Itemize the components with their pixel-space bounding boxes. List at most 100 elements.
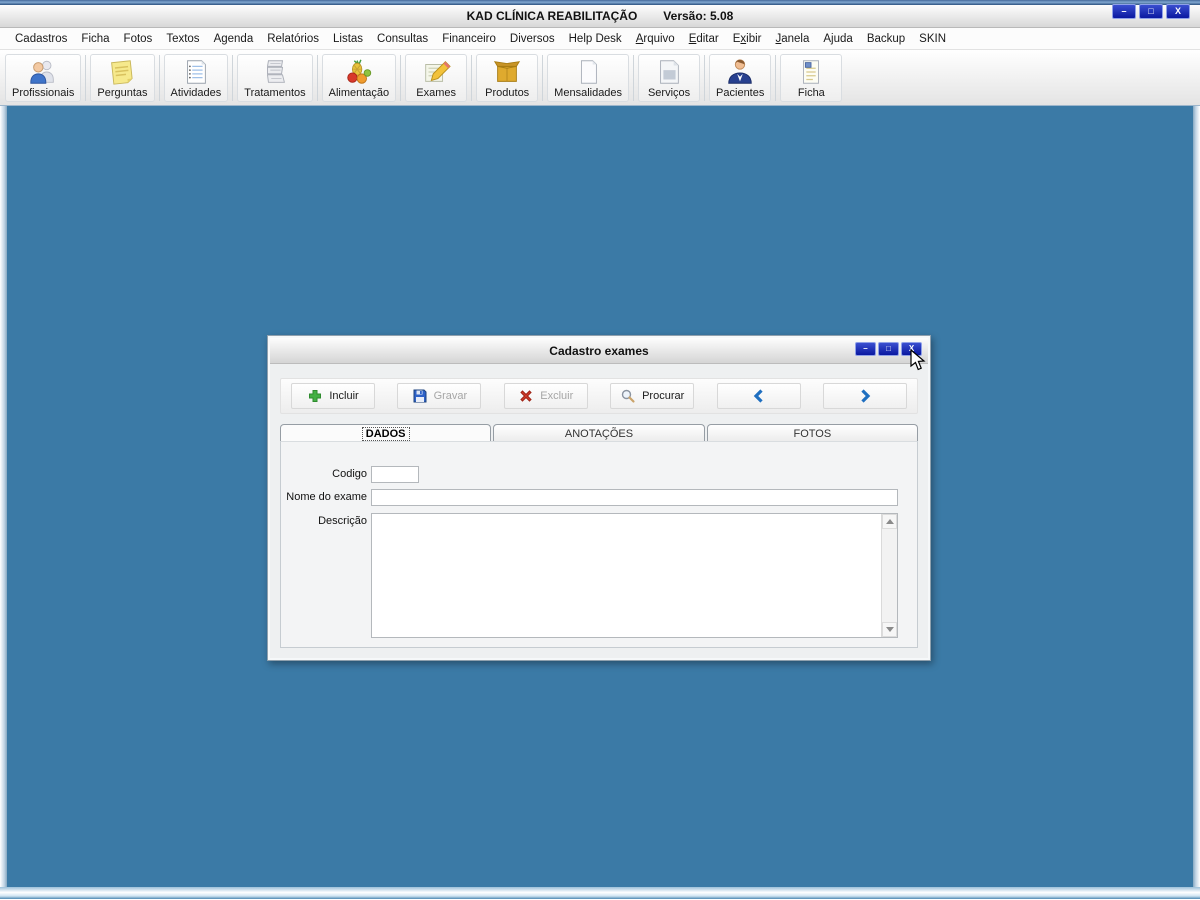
nome-do-exame-label: Nome do exame bbox=[286, 491, 367, 503]
menu-item-diversos[interactable]: Diversos bbox=[503, 31, 562, 47]
window-left-border bbox=[0, 106, 7, 887]
menu-item-skin[interactable]: SKIN bbox=[912, 31, 953, 47]
toolbar-separator bbox=[232, 54, 234, 101]
tab-label: ANOTAÇÕES bbox=[564, 427, 634, 440]
menu-item-consultas[interactable]: Consultas bbox=[370, 31, 435, 47]
dialog-titlebar[interactable]: Cadastro exames bbox=[270, 338, 928, 364]
previous-button[interactable] bbox=[716, 383, 801, 409]
service-doc-icon bbox=[654, 57, 684, 87]
menu-item-cadastros[interactable]: Cadastros bbox=[8, 31, 74, 47]
menu-item-relatorios[interactable]: Relatórios bbox=[260, 31, 326, 47]
toolbar-separator bbox=[158, 54, 160, 101]
gravar-button: Gravar bbox=[397, 383, 482, 409]
dialog-close-button[interactable]: X bbox=[901, 342, 922, 356]
menu-item-editar[interactable]: Editar bbox=[682, 31, 726, 47]
toolbar-separator bbox=[400, 54, 402, 101]
cadastro-exames-dialog: Cadastro exames – □ X Incluir Gravar Exclu… bbox=[267, 335, 931, 661]
patient-icon bbox=[725, 57, 755, 87]
menu-item-ajuda[interactable]: Ajuda bbox=[816, 31, 859, 47]
menu-item-fotos[interactable]: Fotos bbox=[117, 31, 160, 47]
procurar-button-label: Procurar bbox=[642, 390, 685, 402]
toolbar-button-ficha[interactable]: Ficha bbox=[780, 53, 843, 102]
menu-item-help-desk[interactable]: Help Desk bbox=[562, 31, 629, 47]
main-titlebar[interactable]: KAD CLÍNICA REABILITAÇÃO Versão: 5.08 bbox=[0, 5, 1200, 28]
tab-anotacoes[interactable]: ANOTAÇÕES bbox=[493, 424, 705, 442]
toolbar-button-label: Pacientes bbox=[716, 86, 765, 99]
toolbar-button-label: Mensalidades bbox=[554, 86, 623, 99]
magnifier-icon bbox=[620, 388, 636, 404]
toolbar-button-label: Exames bbox=[416, 86, 457, 99]
fruits-icon bbox=[344, 57, 374, 87]
menu-item-listas[interactable]: Listas bbox=[326, 31, 370, 47]
toolbar-button-label: Serviços bbox=[647, 86, 691, 99]
app-title: KAD CLÍNICA REABILITAÇÃO bbox=[466, 9, 638, 23]
dialog-minimize-button[interactable]: – bbox=[855, 342, 876, 356]
descricao-scrollbar[interactable] bbox=[881, 514, 897, 637]
excluir-button: Excluir bbox=[503, 383, 588, 409]
main-toolbar: Profissionais Perguntas Atividades Tratamen… bbox=[0, 50, 1200, 106]
codigo-row: Codigo bbox=[281, 466, 419, 483]
toolbar-button-label: Atividades bbox=[170, 86, 222, 99]
menu-item-financeiro[interactable]: Financeiro bbox=[435, 31, 503, 47]
dialog-tabs: DADOS ANOTAÇÕES FOTOS bbox=[280, 424, 918, 442]
record-file-icon bbox=[796, 57, 826, 87]
toolbar-button-atividades[interactable]: Atividades bbox=[163, 53, 229, 102]
sticky-note-icon bbox=[107, 57, 137, 87]
menu-item-janela[interactable]: Janela bbox=[769, 31, 817, 47]
toolbar-button-profissionais[interactable]: Profissionais bbox=[5, 53, 82, 102]
codigo-label: Codigo bbox=[332, 468, 367, 480]
toolbar-button-label: Profissionais bbox=[12, 86, 75, 99]
toolbar-separator bbox=[85, 54, 87, 101]
gravar-button-label: Gravar bbox=[433, 390, 468, 402]
tab-label: DADOS bbox=[361, 426, 410, 441]
close-button[interactable]: X bbox=[1166, 4, 1190, 19]
descricao-textarea[interactable] bbox=[371, 513, 898, 638]
paper-stack-icon bbox=[260, 57, 290, 87]
toolbar-button-servicos[interactable]: Serviços bbox=[638, 53, 701, 102]
window-controls: – □ X bbox=[1112, 4, 1190, 19]
menu-item-textos[interactable]: Textos bbox=[159, 31, 206, 47]
excluir-button-label: Excluir bbox=[540, 390, 574, 402]
delete-x-icon bbox=[518, 388, 534, 404]
minimize-button[interactable]: – bbox=[1112, 4, 1136, 19]
app-version: Versão: 5.08 bbox=[663, 9, 734, 23]
menu-item-arquivo[interactable]: Arquivo bbox=[629, 31, 682, 47]
toolbar-button-tratamentos[interactable]: Tratamentos bbox=[237, 53, 313, 102]
sheet-icon bbox=[573, 57, 603, 87]
toolbar-button-label: Produtos bbox=[485, 86, 530, 99]
menu-item-agenda[interactable]: Agenda bbox=[207, 31, 261, 47]
descricao-field-wrap bbox=[371, 513, 898, 638]
next-button[interactable] bbox=[822, 383, 907, 409]
box-icon bbox=[492, 57, 522, 87]
maximize-button[interactable]: □ bbox=[1139, 4, 1163, 19]
dialog-maximize-button[interactable]: □ bbox=[878, 342, 899, 356]
incluir-button[interactable]: Incluir bbox=[291, 383, 375, 409]
toolbar-separator bbox=[471, 54, 473, 101]
tab-dados[interactable]: DADOS bbox=[280, 424, 492, 442]
chevron-left-icon bbox=[751, 388, 767, 404]
tab-label: FOTOS bbox=[793, 427, 832, 440]
tab-fotos[interactable]: FOTOS bbox=[706, 424, 918, 442]
toolbar-separator bbox=[704, 54, 706, 101]
menu-item-backup[interactable]: Backup bbox=[860, 31, 912, 47]
menu-item-ficha[interactable]: Ficha bbox=[74, 31, 116, 47]
toolbar-button-perguntas[interactable]: Perguntas bbox=[90, 53, 155, 102]
menu-bar: Cadastros Ficha Fotos Textos Agenda Relatório… bbox=[0, 28, 1200, 50]
toolbar-button-exames[interactable]: Exames bbox=[405, 53, 468, 102]
toolbar-button-alimentacao[interactable]: Alimentação bbox=[321, 53, 397, 102]
menu-item-exibir[interactable]: Exibir bbox=[726, 31, 769, 47]
codigo-input[interactable] bbox=[371, 466, 419, 483]
nome-do-exame-input[interactable] bbox=[371, 489, 898, 506]
toolbar-button-mensalidades[interactable]: Mensalidades bbox=[547, 53, 630, 102]
procurar-button[interactable]: Procurar bbox=[610, 383, 695, 409]
dados-tab-panel: Codigo Nome do exame Descrição bbox=[280, 441, 918, 648]
scroll-down-arrow-icon[interactable] bbox=[882, 622, 897, 637]
toolbar-button-label: Alimentação bbox=[328, 86, 390, 99]
exam-pencil-icon bbox=[421, 57, 451, 87]
toolbar-button-pacientes[interactable]: Pacientes bbox=[709, 53, 772, 102]
people-icon bbox=[28, 57, 58, 87]
descricao-label: Descrição bbox=[318, 515, 367, 527]
toolbar-button-produtos[interactable]: Produtos bbox=[476, 53, 539, 102]
window-right-border bbox=[1193, 106, 1200, 887]
scroll-up-arrow-icon[interactable] bbox=[882, 514, 897, 529]
